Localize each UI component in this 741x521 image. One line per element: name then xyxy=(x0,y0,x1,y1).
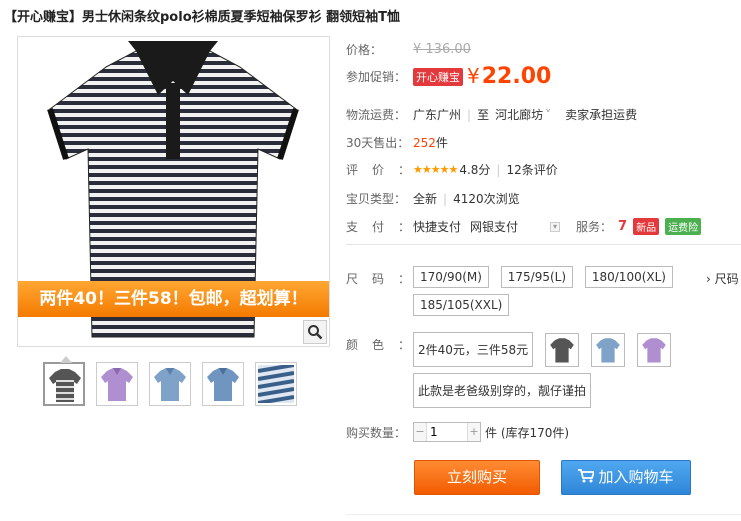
size-row: 尺码： 170/90(M) 175/95(L) 180/100(XL) 185/… xyxy=(346,266,739,316)
color-option-note[interactable]: 此款是老爸级别穿的，靓仔谨拍 xyxy=(413,373,592,408)
fabric-closeup-icon xyxy=(257,363,295,405)
separator: | xyxy=(467,107,472,122)
rating-score: 4.8分 xyxy=(459,163,491,177)
quantity-input[interactable] xyxy=(426,423,468,441)
reviews-link[interactable]: 12条评价 xyxy=(506,161,557,178)
thumbnail-blue[interactable] xyxy=(149,362,191,406)
seven-day-return-badge[interactable]: 7 xyxy=(618,219,627,234)
size-options: 170/90(M) 175/95(L) 180/100(XL) 185/105(… xyxy=(413,266,711,316)
active-thumb-arrow xyxy=(60,356,72,363)
promo-tag: 开心赚宝 xyxy=(413,67,463,86)
thumbnail-purple[interactable] xyxy=(96,362,138,406)
thumbnail-strip xyxy=(43,356,297,406)
main-product-image[interactable]: 两件40！三件58！包邮，超划算！ xyxy=(17,36,330,347)
original-price: ¥ 136.00 xyxy=(413,42,471,57)
thumbnail-gray-stripe[interactable] xyxy=(43,356,85,406)
shirt-thumbnail-icon xyxy=(101,368,133,401)
payment-row: 支付： 快捷支付 网银支付 ▾ 服务： 7 新品 运费险 xyxy=(346,218,702,235)
increment-button[interactable]: + xyxy=(468,423,480,441)
type-label: 宝贝类型： xyxy=(346,192,407,206)
size-chart-link[interactable]: › 尺码 xyxy=(706,270,739,287)
new-item-badge[interactable]: 新品 xyxy=(633,218,660,235)
thumbnail-stripe-closeup[interactable] xyxy=(255,362,297,406)
service-label: 服务： xyxy=(576,220,613,234)
promo-price-row: 参加促销： 开心赚宝 ¥22.00 xyxy=(346,64,551,89)
payment-method-1: 快捷支付 xyxy=(413,220,462,234)
size-label: 尺码： xyxy=(346,272,425,286)
sales-unit: 件 xyxy=(435,136,448,150)
size-option-m[interactable]: 170/90(M) xyxy=(413,266,489,288)
size-option-l[interactable]: 175/95(L) xyxy=(500,266,574,288)
shipping-label: 物流运费： xyxy=(346,108,407,122)
rating-label: 评价： xyxy=(346,163,425,177)
current-price: ¥22.00 xyxy=(467,64,551,89)
color-label: 颜色： xyxy=(346,338,425,352)
shipping-insurance-badge[interactable]: 运费险 xyxy=(665,218,702,235)
ship-from: 广东广州 xyxy=(413,108,462,122)
sales-row: 30天售出： 252 件 xyxy=(346,134,448,151)
shirt-swatch-icon xyxy=(641,337,666,363)
color-option-bundle[interactable]: 2件40元，三件58元 xyxy=(413,332,534,367)
size-option-xxl[interactable]: 185/105(XXL) xyxy=(413,294,510,316)
current-price-value: 22.00 xyxy=(481,64,552,89)
sales-count: 252 xyxy=(413,135,436,150)
color-row: 颜色： 2件40元，三件58元 此款是老爸级别穿的，靓仔谨拍 xyxy=(346,332,713,408)
shipping-carrier: 卖家承担运费 xyxy=(565,108,638,122)
ship-to-prefix: 至 xyxy=(477,108,490,122)
payment-dropdown-icon[interactable]: ▾ xyxy=(550,221,561,232)
rating-stars: ★★★★★ xyxy=(413,163,458,176)
promo-banner: 两件40！三件58！包邮，超划算！ xyxy=(18,281,329,317)
separator: | xyxy=(443,191,448,206)
color-swatch-gray[interactable] xyxy=(545,332,580,367)
ship-to-select[interactable]: 河北廊坊 xyxy=(495,106,543,123)
quantity-label: 购买数量： xyxy=(346,425,407,440)
view-count: 4120次浏览 xyxy=(453,192,520,206)
chevron-down-icon[interactable]: ˅ xyxy=(545,108,551,122)
quantity-stepper: − + xyxy=(413,422,481,442)
shipping-row: 物流运费： 广东广州 | 至 河北廊坊 ˅ 卖家承担运费 xyxy=(346,106,637,123)
rating-row: 评价： ★★★★★ 4.8分 | 12条评价 xyxy=(346,161,558,178)
price-label: 价格： xyxy=(346,43,383,57)
color-swatch-purple[interactable] xyxy=(636,332,671,367)
add-to-cart-label: 加入购物车 xyxy=(598,468,674,486)
price-row: 价格： ¥ 136.00 xyxy=(346,41,471,58)
shirt-swatch-icon xyxy=(596,337,620,363)
quantity-row: 购买数量： − + 件 (库存170件) xyxy=(346,422,569,442)
separator: | xyxy=(496,162,501,177)
currency-symbol: ¥ xyxy=(467,64,480,88)
decrement-button[interactable]: − xyxy=(414,423,426,441)
magnifier-icon[interactable] xyxy=(303,320,327,344)
condition: 全新 xyxy=(413,192,438,206)
thumbnail-blue-2[interactable] xyxy=(202,362,244,406)
promo-label: 参加促销： xyxy=(346,70,407,84)
color-options: 2件40元，三件58元 此款是老爸级别穿的，靓仔谨拍 xyxy=(413,332,713,408)
stock-info: 件 (库存170件) xyxy=(485,425,570,440)
shirt-thumbnail-icon xyxy=(154,368,186,401)
shirt-thumbnail-icon xyxy=(49,369,81,402)
type-row: 宝贝类型： 全新 | 4120次浏览 xyxy=(346,190,520,207)
add-to-cart-button[interactable]: 加入购物车 xyxy=(561,460,691,495)
size-option-xl[interactable]: 180/100(XL) xyxy=(584,266,673,288)
payment-method-2: 网银支付 xyxy=(470,220,519,234)
divider xyxy=(346,514,741,515)
color-swatch-blue[interactable] xyxy=(590,332,625,367)
sales-label: 30天售出： xyxy=(346,136,410,150)
cart-icon xyxy=(578,469,596,483)
divider xyxy=(346,244,741,245)
shirt-thumbnail-icon xyxy=(207,368,239,401)
payment-label: 支付： xyxy=(346,220,425,234)
shirt-swatch-icon xyxy=(550,337,574,363)
buy-now-button[interactable]: 立刻购买 xyxy=(414,460,540,495)
product-title: 【开心赚宝】男士休闲条纹polo衫棉质夏季短袖保罗衫 翻领短袖T恤 xyxy=(4,10,401,25)
